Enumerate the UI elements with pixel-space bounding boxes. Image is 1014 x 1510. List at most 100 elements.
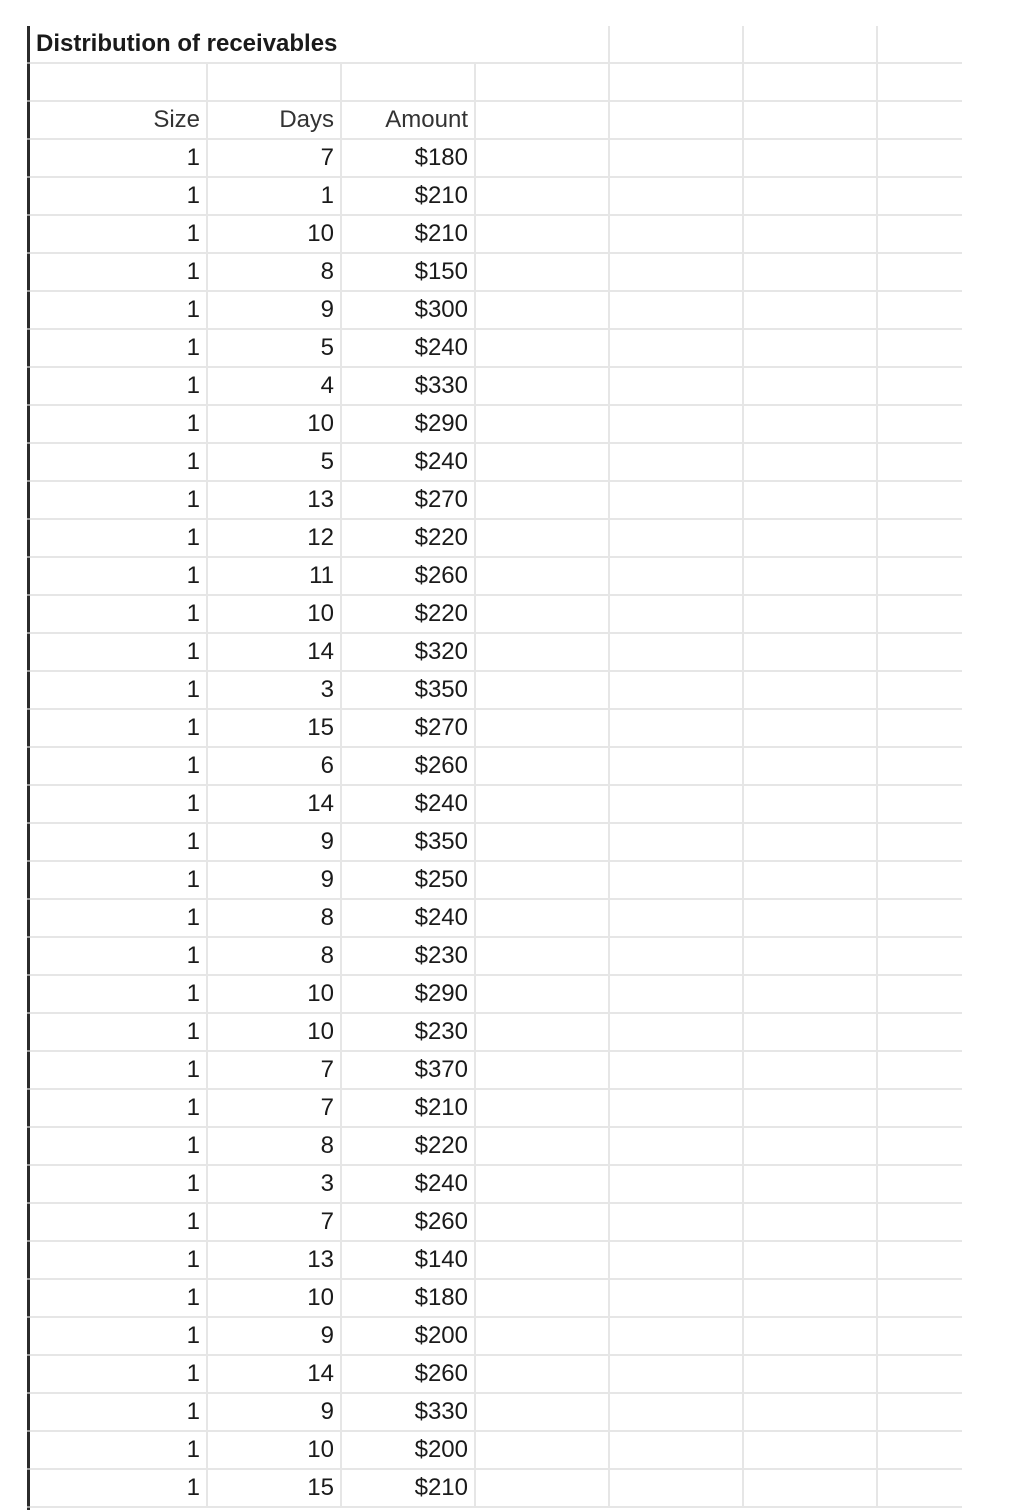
empty-cell[interactable]	[609, 1127, 744, 1166]
size-cell[interactable]: 1	[30, 405, 208, 444]
empty-cell[interactable]	[877, 367, 962, 406]
days-cell[interactable]: 15	[207, 1469, 342, 1508]
size-cell[interactable]: 1	[30, 519, 208, 558]
empty-cell[interactable]	[475, 1241, 610, 1280]
amount-cell[interactable]: $220	[341, 519, 476, 558]
empty-cell[interactable]	[877, 443, 962, 482]
empty-cell[interactable]	[475, 367, 610, 406]
empty-cell[interactable]	[743, 709, 878, 748]
size-cell[interactable]: 1	[30, 1317, 208, 1356]
amount-cell[interactable]: $350	[341, 823, 476, 862]
empty-cell[interactable]	[475, 405, 610, 444]
empty-cell[interactable]	[609, 671, 744, 710]
amount-cell[interactable]: $210	[341, 177, 476, 216]
size-cell[interactable]: 1	[30, 1165, 208, 1204]
empty-cell[interactable]	[609, 785, 744, 824]
days-cell[interactable]: 10	[207, 1279, 342, 1318]
empty-cell[interactable]	[475, 1393, 610, 1432]
empty-cell[interactable]	[475, 975, 610, 1014]
empty-cell[interactable]	[877, 101, 962, 140]
empty-cell[interactable]	[609, 253, 744, 292]
size-cell[interactable]: 1	[30, 177, 208, 216]
empty-cell[interactable]	[743, 1165, 878, 1204]
empty-cell[interactable]	[877, 1203, 962, 1242]
empty-cell[interactable]	[743, 1317, 878, 1356]
empty-cell[interactable]	[475, 747, 610, 786]
size-cell[interactable]: 1	[30, 747, 208, 786]
empty-cell[interactable]	[877, 1013, 962, 1052]
amount-cell[interactable]: $290	[341, 405, 476, 444]
empty-cell[interactable]	[475, 785, 610, 824]
header-amount[interactable]: Amount	[341, 101, 476, 140]
empty-cell[interactable]	[609, 481, 744, 520]
empty-cell[interactable]	[475, 1127, 610, 1166]
empty-cell[interactable]	[609, 1013, 744, 1052]
empty-cell[interactable]	[743, 1355, 878, 1394]
empty-cell[interactable]	[30, 63, 208, 102]
empty-cell[interactable]	[743, 291, 878, 330]
empty-cell[interactable]	[475, 595, 610, 634]
days-cell[interactable]: 11	[207, 557, 342, 596]
empty-cell[interactable]	[475, 481, 610, 520]
empty-cell[interactable]	[475, 1013, 610, 1052]
size-cell[interactable]: 1	[30, 595, 208, 634]
days-cell[interactable]: 7	[207, 139, 342, 178]
size-cell[interactable]: 1	[30, 1051, 208, 1090]
size-cell[interactable]: 1	[30, 1279, 208, 1318]
empty-cell[interactable]	[877, 1431, 962, 1470]
empty-cell[interactable]	[609, 291, 744, 330]
empty-cell[interactable]	[475, 1355, 610, 1394]
amount-cell[interactable]: $180	[341, 139, 476, 178]
amount-cell[interactable]: $230	[341, 1013, 476, 1052]
empty-cell[interactable]	[877, 1355, 962, 1394]
days-cell[interactable]: 3	[207, 1165, 342, 1204]
days-cell[interactable]: 7	[207, 1051, 342, 1090]
amount-cell[interactable]: $230	[341, 937, 476, 976]
empty-cell[interactable]	[609, 405, 744, 444]
empty-cell[interactable]	[609, 1431, 744, 1470]
size-cell[interactable]: 1	[30, 1127, 208, 1166]
empty-cell[interactable]	[877, 823, 962, 862]
empty-cell[interactable]	[475, 899, 610, 938]
days-cell[interactable]: 10	[207, 595, 342, 634]
empty-cell[interactable]	[475, 1279, 610, 1318]
empty-cell[interactable]	[877, 861, 962, 900]
empty-cell[interactable]	[877, 26, 962, 64]
empty-cell[interactable]	[877, 177, 962, 216]
empty-cell[interactable]	[609, 633, 744, 672]
days-cell[interactable]: 8	[207, 899, 342, 938]
amount-cell[interactable]: $240	[341, 443, 476, 482]
size-cell[interactable]: 1	[30, 861, 208, 900]
empty-cell[interactable]	[877, 253, 962, 292]
empty-cell[interactable]	[609, 975, 744, 1014]
empty-cell[interactable]	[743, 443, 878, 482]
empty-cell[interactable]	[609, 101, 744, 140]
empty-cell[interactable]	[609, 215, 744, 254]
size-cell[interactable]: 1	[30, 823, 208, 862]
days-cell[interactable]: 14	[207, 633, 342, 672]
empty-cell[interactable]	[877, 937, 962, 976]
days-cell[interactable]: 13	[207, 1241, 342, 1280]
days-cell[interactable]: 9	[207, 861, 342, 900]
empty-cell[interactable]	[877, 747, 962, 786]
empty-cell[interactable]	[743, 633, 878, 672]
empty-cell[interactable]	[475, 671, 610, 710]
empty-cell[interactable]	[877, 1279, 962, 1318]
amount-cell[interactable]: $350	[341, 671, 476, 710]
size-cell[interactable]: 1	[30, 1431, 208, 1470]
empty-cell[interactable]	[475, 1203, 610, 1242]
size-cell[interactable]: 1	[30, 975, 208, 1014]
days-cell[interactable]: 8	[207, 253, 342, 292]
amount-cell[interactable]: $200	[341, 1317, 476, 1356]
size-cell[interactable]: 1	[30, 291, 208, 330]
amount-cell[interactable]: $240	[341, 329, 476, 368]
size-cell[interactable]: 1	[30, 557, 208, 596]
empty-cell[interactable]	[475, 1165, 610, 1204]
amount-cell[interactable]: $210	[341, 1089, 476, 1128]
amount-cell[interactable]: $250	[341, 861, 476, 900]
days-cell[interactable]: 7	[207, 1089, 342, 1128]
empty-cell[interactable]	[609, 329, 744, 368]
header-size[interactable]: Size	[30, 101, 208, 140]
empty-cell[interactable]	[609, 177, 744, 216]
empty-cell[interactable]	[743, 177, 878, 216]
